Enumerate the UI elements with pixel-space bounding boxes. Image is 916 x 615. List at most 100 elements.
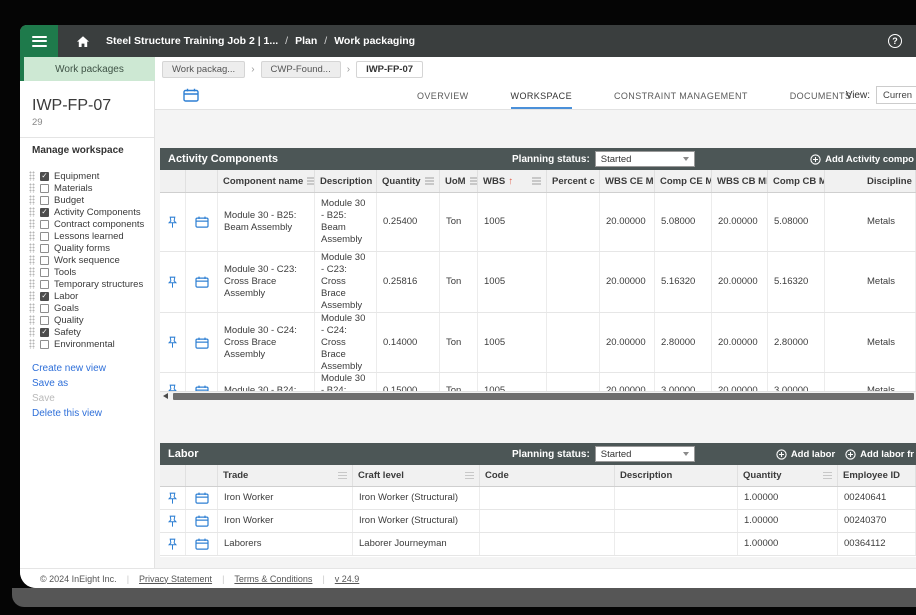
column-header-percent[interactable]: Percent c <box>547 170 600 192</box>
column-header-discipline[interactable]: Discipline <box>825 170 916 192</box>
column-menu-icon[interactable] <box>425 180 434 181</box>
column-header-wbs-ce-mhr[interactable]: WBS CE Mhr <box>600 170 655 192</box>
pin-cell[interactable] <box>160 510 186 532</box>
cell-comp-cb-mhr[interactable]: 5.08000 <box>768 193 825 251</box>
checkbox[interactable] <box>40 208 49 217</box>
column-header-quantity[interactable]: Quantity <box>377 170 440 192</box>
cell-wbs[interactable]: 1005 <box>478 193 547 251</box>
pin-cell[interactable] <box>160 252 186 312</box>
column-header-comp-ce-mhr[interactable]: Comp CE Mh <box>655 170 712 192</box>
drag-handle[interactable] <box>29 339 35 349</box>
cell-code[interactable] <box>480 487 615 509</box>
drag-handle[interactable] <box>29 279 35 289</box>
drag-handle[interactable] <box>29 195 35 205</box>
sidebar-item-work-sequence[interactable]: Work sequence <box>20 254 154 266</box>
drag-handle[interactable] <box>29 183 35 193</box>
cell-component-name[interactable]: Module 30 - C23: Cross Brace Assembly <box>218 252 315 312</box>
checkbox[interactable] <box>40 316 49 325</box>
tab-overview[interactable]: OVERVIEW <box>417 81 469 110</box>
cell-uom[interactable]: Ton <box>440 193 478 251</box>
column-header-trade[interactable]: Trade <box>218 465 353 486</box>
cell-comp-ce-mhr[interactable]: 5.16320 <box>655 252 712 312</box>
view-dropdown[interactable]: Curren <box>876 86 916 104</box>
add-activity-component-button[interactable]: Add Activity compo <box>810 154 914 165</box>
cell-trade[interactable]: Iron Worker <box>218 487 353 509</box>
sidebar-item-labor[interactable]: Labor <box>20 290 154 302</box>
column-header-quantity[interactable]: Quantity <box>738 465 838 486</box>
column-menu-icon[interactable] <box>823 475 832 476</box>
checkbox[interactable] <box>40 232 49 241</box>
drag-handle[interactable] <box>29 243 35 253</box>
cell-quantity[interactable]: 1.00000 <box>738 510 838 532</box>
cell-quantity[interactable]: 1.00000 <box>738 533 838 555</box>
calendar-cell[interactable] <box>186 487 218 509</box>
cell-wbs-ce-mhr[interactable]: 20.00000 <box>600 252 655 312</box>
tab-constraint-management[interactable]: CONSTRAINT MANAGEMENT <box>614 81 748 110</box>
crumb-tab-iwp[interactable]: IWP-FP-07 <box>356 61 423 78</box>
drag-handle[interactable] <box>29 267 35 277</box>
cell-wbs-cb-mhr[interactable]: 20.00000 <box>712 252 768 312</box>
work-packages-tab[interactable]: Work packages <box>20 57 155 81</box>
home-button[interactable] <box>76 35 90 48</box>
column-header-description[interactable]: Description <box>315 170 377 192</box>
cell-component-name[interactable]: Module 30 - C24: Cross Brace Assembly <box>218 313 315 372</box>
cell-wbs-cb-mhr[interactable]: 20.00000 <box>712 313 768 372</box>
calendar-cell[interactable] <box>186 533 218 555</box>
cell-wbs-ce-mhr[interactable]: 20.00000 <box>600 193 655 251</box>
column-header-comp-cb-mhr[interactable]: Comp CB Mh <box>768 170 825 192</box>
cell-wbs[interactable]: 1005 <box>478 313 547 372</box>
breadcrumb-project[interactable]: Steel Structure Training Job 2 | 1... <box>106 35 278 47</box>
cell-description[interactable]: Module 30 - C23: Cross Brace Assembly <box>315 252 377 312</box>
checkbox[interactable] <box>40 220 49 229</box>
sidebar-item-tools[interactable]: Tools <box>20 266 154 278</box>
checkbox[interactable] <box>40 280 49 289</box>
cell-comp-cb-mhr[interactable]: 5.16320 <box>768 252 825 312</box>
cell-wbs[interactable]: 1005 <box>478 252 547 312</box>
pin-cell[interactable] <box>160 487 186 509</box>
cell-percent[interactable] <box>547 193 600 251</box>
version-link[interactable]: v 24.9 <box>335 574 360 584</box>
checkbox[interactable] <box>40 244 49 253</box>
menu-button[interactable] <box>20 25 58 57</box>
checkbox[interactable] <box>40 196 49 205</box>
cell-craft-level[interactable]: Iron Worker (Structural) <box>353 487 480 509</box>
cell-quantity[interactable]: 0.25400 <box>377 193 440 251</box>
calendar-cell[interactable] <box>186 252 218 312</box>
cell-quantity[interactable]: 0.25816 <box>377 252 440 312</box>
crumb-tab-cwp[interactable]: CWP-Found... <box>261 61 341 78</box>
checkbox[interactable] <box>40 340 49 349</box>
column-menu-icon[interactable] <box>470 180 478 181</box>
cell-uom[interactable]: Ton <box>440 313 478 372</box>
create-new-view-link[interactable]: Create new view <box>32 363 142 374</box>
calendar-cell[interactable] <box>186 313 218 372</box>
checkbox[interactable] <box>40 172 49 181</box>
add-labor-from-button[interactable]: Add labor fr <box>845 449 914 460</box>
column-menu-icon[interactable] <box>532 180 541 181</box>
column-header-code[interactable]: Code <box>480 465 615 486</box>
cell-employee-id[interactable]: 00240370 <box>838 510 916 532</box>
sidebar-item-quality[interactable]: Quality <box>20 314 154 326</box>
column-header-wbs[interactable]: WBS↑ <box>478 170 547 192</box>
cell-comp-ce-mhr[interactable]: 5.08000 <box>655 193 712 251</box>
horizontal-scrollbar[interactable] <box>160 391 916 400</box>
help-icon[interactable]: ? <box>888 34 902 48</box>
add-labor-button[interactable]: Add labor <box>776 449 835 460</box>
cell-craft-level[interactable]: Iron Worker (Structural) <box>353 510 480 532</box>
cell-description[interactable]: Module 30 - C24: Cross Brace Assembly <box>315 313 377 372</box>
privacy-statement-link[interactable]: Privacy Statement <box>139 574 212 584</box>
terms-conditions-link[interactable]: Terms & Conditions <box>234 574 312 584</box>
cell-quantity[interactable]: 0.14000 <box>377 313 440 372</box>
cell-trade[interactable]: Iron Worker <box>218 510 353 532</box>
pin-cell[interactable] <box>160 193 186 251</box>
cell-comp-cb-mhr[interactable]: 2.80000 <box>768 313 825 372</box>
cell-trade[interactable]: Laborers <box>218 533 353 555</box>
column-header-craft-level[interactable]: Craft level <box>353 465 480 486</box>
sidebar-item-environmental[interactable]: Environmental <box>20 338 154 350</box>
scroll-left-arrow[interactable] <box>163 393 168 399</box>
sidebar-item-goals[interactable]: Goals <box>20 302 154 314</box>
checkbox[interactable] <box>40 184 49 193</box>
cell-comp-ce-mhr[interactable]: 2.80000 <box>655 313 712 372</box>
cell-discipline[interactable]: Metals <box>825 252 916 312</box>
cell-craft-level[interactable]: Laborer Journeyman <box>353 533 480 555</box>
pin-cell[interactable] <box>160 313 186 372</box>
